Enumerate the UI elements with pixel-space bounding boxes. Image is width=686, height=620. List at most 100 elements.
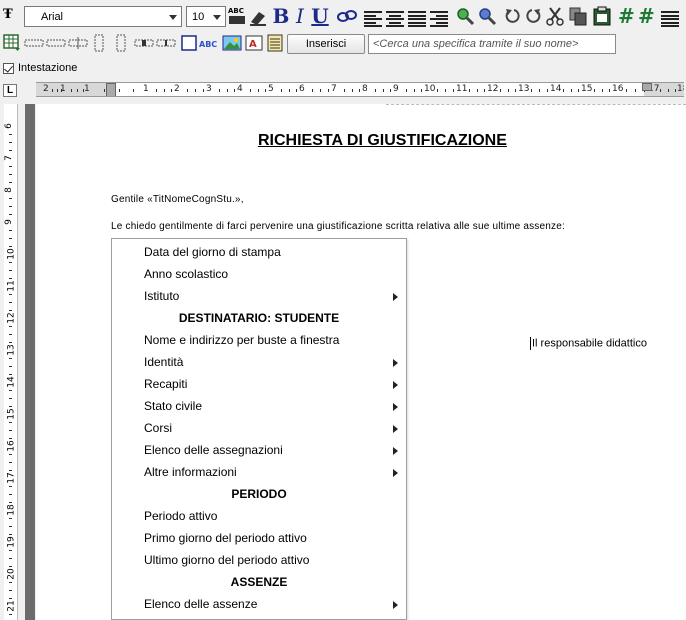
insert-row-below-icon[interactable] xyxy=(46,34,66,52)
vruler-tick xyxy=(9,454,12,455)
font-type-icon[interactable]: Ŧ xyxy=(3,7,21,25)
vruler-number: 13 xyxy=(6,344,17,356)
left-indent-marker[interactable] xyxy=(106,83,116,96)
text-box-icon[interactable]: A xyxy=(245,34,263,52)
link-icon[interactable] xyxy=(336,8,358,24)
merge-cells-icon[interactable] xyxy=(134,34,154,52)
vruler-tick xyxy=(9,302,12,303)
ruler-tick xyxy=(660,89,662,92)
vruler-number: 14 xyxy=(6,376,17,388)
menu-item[interactable]: Primo giorno del periodo attivo xyxy=(112,527,406,549)
horizontal-ruler[interactable]: 211123456789101112131415161718 xyxy=(36,82,684,97)
menu-item[interactable]: Elenco delle assenze xyxy=(112,593,406,615)
menu-item[interactable]: Altre informazioni xyxy=(112,461,406,483)
menu-item[interactable]: Istituto xyxy=(112,285,406,307)
menu-item[interactable]: Corsi xyxy=(112,417,406,439)
menu-item-label: Data del giorno di stampa xyxy=(144,245,281,259)
vruler-tick xyxy=(9,406,12,407)
align-right-button[interactable] xyxy=(430,8,448,30)
ruler-number: 1 xyxy=(60,84,66,94)
undo-icon[interactable] xyxy=(504,7,522,25)
ruler-tick xyxy=(257,89,259,92)
menu-item-label: Elenco delle assegnazioni xyxy=(144,443,283,457)
bold-button[interactable]: B xyxy=(272,4,290,28)
vruler-tick xyxy=(9,166,12,167)
header-checkbox[interactable] xyxy=(3,62,14,74)
vruler-tick xyxy=(9,486,12,487)
header-checkbox-label: Intestazione xyxy=(18,62,78,74)
ruler-tick xyxy=(609,89,611,92)
insert-column-right-icon[interactable] xyxy=(112,34,130,52)
paragraph-icon[interactable] xyxy=(266,34,284,52)
field-hash-icon[interactable]: # xyxy=(618,4,635,28)
header-toggle[interactable]: Intestazione xyxy=(3,61,77,75)
align-left-button[interactable] xyxy=(364,8,382,30)
menu-item[interactable]: Anno scolastico xyxy=(112,263,406,285)
zoom-out-icon[interactable] xyxy=(477,6,497,26)
ruler-tick xyxy=(320,89,321,92)
vruler-tick xyxy=(9,390,12,391)
insert-column-left-icon[interactable] xyxy=(90,34,108,52)
italic-button[interactable]: I xyxy=(293,4,307,28)
ruler-tick xyxy=(343,89,345,92)
vruler-tick xyxy=(9,214,12,215)
menu-item[interactable]: Data del giorno di stampa xyxy=(112,241,406,263)
vruler-number: 16 xyxy=(6,440,17,452)
right-indent-marker[interactable] xyxy=(642,83,652,91)
menu-item-label: Stato civile xyxy=(144,399,203,413)
ruler-number: 18 xyxy=(677,84,684,94)
menu-item[interactable]: Stato civile xyxy=(112,395,406,417)
svg-text:A: A xyxy=(249,39,257,50)
delete-row-icon[interactable] xyxy=(68,34,88,52)
submenu-arrow-icon xyxy=(393,403,398,411)
ruler-tick xyxy=(667,89,669,92)
font-name-value: Arial xyxy=(41,11,64,23)
field-hash-bold-icon[interactable]: # xyxy=(638,4,655,28)
menu-item[interactable]: Ultimo giorno del periodo attivo xyxy=(112,549,406,571)
vruler-tick xyxy=(9,310,12,311)
tab-stop-selector[interactable]: L xyxy=(3,84,17,97)
vruler-tick xyxy=(9,262,12,263)
insert-row-above-icon[interactable] xyxy=(24,34,44,52)
vruler-number: 10 xyxy=(6,248,17,260)
menu-item[interactable]: Elenco delle assegnazioni xyxy=(112,439,406,461)
ruler-tick xyxy=(195,89,196,92)
search-input[interactable] xyxy=(368,34,616,54)
submenu-arrow-icon xyxy=(393,447,398,455)
justify-button[interactable] xyxy=(408,8,426,30)
ruler-tick xyxy=(163,89,165,92)
copy-icon[interactable] xyxy=(568,6,588,26)
menu-item[interactable]: Identità xyxy=(112,351,406,373)
ruler-tick xyxy=(499,89,501,92)
ruler-number: 10 xyxy=(424,84,436,94)
ruler-tick xyxy=(593,89,595,92)
justify-full-icon xyxy=(661,11,679,27)
insert-button[interactable]: Inserisci xyxy=(287,34,365,54)
menu-item[interactable]: Recapiti xyxy=(112,373,406,395)
vruler-number: 19 xyxy=(6,536,17,548)
redo-icon[interactable] xyxy=(524,7,542,25)
ruler-number: 4 xyxy=(237,84,243,94)
underline-button[interactable]: U xyxy=(311,4,329,28)
spell-check-icon[interactable]: ABC xyxy=(228,6,246,26)
text-color-icon[interactable]: ABC xyxy=(199,34,221,52)
menu-item[interactable]: Nome e indirizzo per buste a finestra xyxy=(112,329,406,351)
vruler-tick xyxy=(9,142,12,143)
scissors-icon[interactable] xyxy=(546,6,564,26)
font-name-select[interactable]: Arial xyxy=(24,6,182,27)
zoom-in-icon[interactable] xyxy=(455,6,475,26)
paste-icon[interactable] xyxy=(592,6,612,26)
insert-image-icon[interactable] xyxy=(222,34,242,52)
font-size-select[interactable]: 10 xyxy=(186,6,226,27)
ruler-tick xyxy=(601,89,603,92)
insert-table-icon[interactable] xyxy=(3,34,21,52)
menu-item[interactable]: Periodo attivo xyxy=(112,505,406,527)
ruler-tick xyxy=(359,89,361,92)
justify-full-button[interactable] xyxy=(661,8,679,30)
border-icon[interactable] xyxy=(180,34,198,52)
vruler-number: 12 xyxy=(6,312,17,324)
ruler-number: 12 xyxy=(487,84,499,94)
split-cells-icon[interactable] xyxy=(156,34,176,52)
eraser-icon[interactable] xyxy=(249,6,267,26)
align-center-button[interactable] xyxy=(386,8,404,30)
